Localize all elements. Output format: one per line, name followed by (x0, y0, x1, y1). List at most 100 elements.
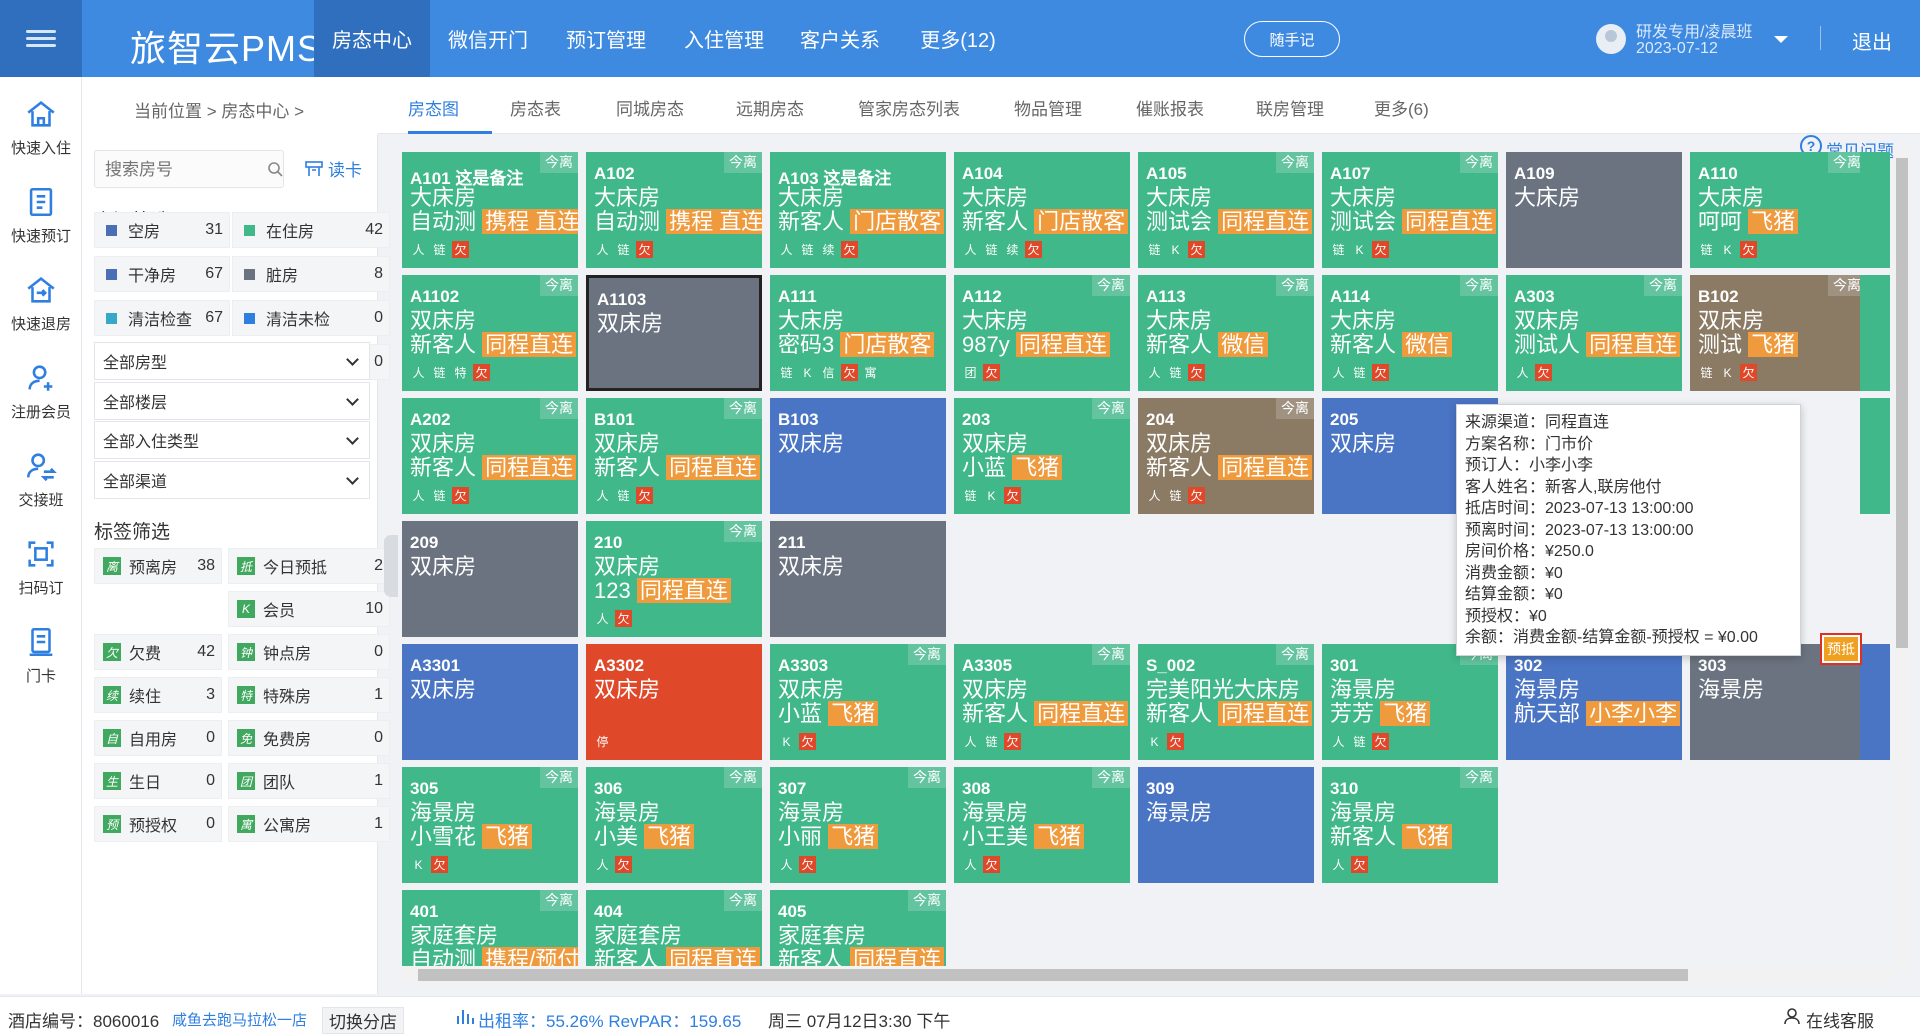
chevron-down-icon[interactable] (1774, 36, 1788, 43)
tag-filter-4[interactable]: 钟钟点房 0 (228, 634, 390, 670)
floor-select[interactable]: 全部楼层 (94, 382, 370, 420)
room-card[interactable]: A1102 双床房 新客人 同程直连 今离人链特欠 (402, 275, 578, 391)
room-card[interactable]: A3302 双床房停 (586, 644, 762, 760)
vertical-scrollbar[interactable] (1894, 152, 1910, 968)
room-card[interactable]: A101 这是备注 大床房 自动测 携程 直连 今离人链欠 (402, 152, 578, 268)
room-card[interactable]: 301海景房芳芳 飞猪今离人链欠 (1322, 644, 1498, 760)
room-type-select[interactable]: 全部房型 (94, 342, 370, 380)
room-card[interactable]: A1103 双床房 (586, 275, 762, 391)
menu-toggle-button[interactable] (0, 0, 82, 77)
room-card[interactable]: 211 双床房 (770, 521, 946, 637)
room-card[interactable]: 308 海景房 小王美 飞猪 今离人欠 (954, 767, 1130, 883)
room-card[interactable]: A102 大床房 自动测 携程 直连 今离人链欠 (586, 152, 762, 268)
tag-filter-3[interactable]: 欠欠费 42 (94, 634, 222, 670)
tag-filter-12[interactable]: 寓公寓房 1 (228, 806, 390, 842)
breadcrumb-current[interactable]: 房态中心 (221, 102, 289, 121)
room-card[interactable]: 306 海景房 小美 飞猪 今离人欠 (586, 767, 762, 883)
room-card[interactable]: A109 大床房 (1506, 152, 1682, 268)
tag-filter-9[interactable]: 生生日 0 (94, 763, 222, 799)
room-card[interactable]: 305 海景房 小雪花 飞猪 今离 K 欠 (402, 767, 578, 883)
hotel-name[interactable]: 咸鱼去跑马拉松一店 (172, 1009, 307, 1030)
search-icon[interactable] (267, 161, 283, 177)
online-service-link[interactable]: 在线客服 (1806, 1007, 1874, 1032)
tag-filter-10[interactable]: 团团队 1 (228, 763, 390, 799)
read-card-button[interactable]: 读卡 (304, 156, 362, 181)
room-card[interactable]: A110 大床房 呵呵 飞猪 今离链 K 欠 (1690, 152, 1866, 268)
room-card-button[interactable]: 门卡 (0, 625, 82, 705)
room-card[interactable]: 204 双床房 新客人 同程直连 今离人链欠 (1138, 398, 1314, 514)
quick-checkin-button[interactable]: 快速入住 (0, 97, 82, 177)
room-filter-1[interactable]: 在住房 42 (232, 212, 390, 248)
room-card[interactable]: B101 双床房 新客人 同程直连 今离人链欠 (586, 398, 762, 514)
room-card[interactable]: A114 大床房 新客人 微信 今离人链欠 (1322, 275, 1498, 391)
memo-button[interactable]: 随手记 (1244, 21, 1340, 57)
shift-handover-button[interactable]: 交接班 (0, 449, 82, 529)
tab-room-table[interactable]: 房态表 (510, 95, 561, 120)
channel-select[interactable]: 全部渠道 (94, 461, 370, 499)
tag-filter-2[interactable]: K 会员 10 (228, 591, 390, 627)
tag-filter-0[interactable]: 离预离房 38 (94, 548, 222, 584)
tag-filter-1[interactable]: 抵今日预抵 2 (228, 548, 390, 584)
room-card[interactable]: A202 双床房 新客人 同程直连 今离人链欠 (402, 398, 578, 514)
room-card[interactable]: 209 双床房 (402, 521, 578, 637)
tag-filter-6[interactable]: 特特殊房 1 (228, 677, 390, 713)
room-card[interactable]: A3301 双床房 (402, 644, 578, 760)
room-card[interactable]: A113 大床房 新客人 微信 今离人链欠 (1138, 275, 1314, 391)
tab-items[interactable]: 物品管理 (1014, 95, 1082, 120)
room-card[interactable]: A3303 双床房 小蓝 飞猪 今离 K 欠 (770, 644, 946, 760)
nav-room-status[interactable]: 房态中心 (314, 0, 430, 77)
room-card-partial[interactable] (1860, 275, 1890, 391)
room-filter-0[interactable]: 空房 31 (94, 212, 230, 248)
pre-arrival-badge[interactable]: 预抵 (1820, 633, 1862, 665)
room-card[interactable]: S_002 完美阳光大床房 新客人 同程直连 今离 K 欠 (1138, 644, 1314, 760)
horizontal-scrollbar[interactable] (402, 966, 1892, 984)
quick-checkout-button[interactable]: 快速退房 (0, 273, 82, 353)
tab-room-map[interactable]: 房态图 (408, 95, 459, 120)
tab-linked-rooms[interactable]: 联房管理 (1256, 95, 1324, 120)
room-card-partial[interactable] (1860, 152, 1890, 268)
room-card[interactable]: 210 双床房 123 同程直连 今离人欠 (586, 521, 762, 637)
tab-housekeeping-list[interactable]: 管家房态列表 (858, 95, 960, 120)
tab-city-rooms[interactable]: 同城房态 (616, 95, 684, 120)
room-card[interactable]: A112 大床房 987y 同程直连 今离团欠 (954, 275, 1130, 391)
room-card[interactable]: 307 海景房 小丽 飞猪 今离人欠 (770, 767, 946, 883)
vertical-scroll-thumb[interactable] (1896, 158, 1908, 648)
tag-filter-11[interactable]: 预预授权 0 (94, 806, 222, 842)
logout-button[interactable]: 退出 (1852, 26, 1892, 55)
room-card[interactable]: A104 大床房 新客人 门店散客人链续欠 (954, 152, 1130, 268)
room-card[interactable]: A103 这是备注 大床房 新客人 门店散客人链续欠 (770, 152, 946, 268)
panel-collapse-handle[interactable] (384, 535, 398, 597)
checkin-type-select[interactable]: 全部入住类型 (94, 421, 370, 459)
tag-filter-7[interactable]: 自自用房 0 (94, 720, 222, 756)
room-card[interactable]: B103 双床房 (770, 398, 946, 514)
tab-collection-report[interactable]: 催账报表 (1136, 95, 1204, 120)
room-card[interactable]: 404 家庭套房 新客人 同程直连 今离 (586, 890, 762, 966)
room-filter-2[interactable]: 干净房 67 (94, 256, 230, 292)
room-card-partial[interactable] (1860, 644, 1890, 760)
room-filter-4[interactable]: 清洁检查 67 (94, 300, 230, 336)
room-search-input[interactable] (105, 160, 245, 180)
room-card[interactable]: A3305 双床房 新客人 同程直连 今离人链欠 (954, 644, 1130, 760)
avatar[interactable] (1596, 24, 1626, 54)
room-card[interactable]: 310 海景房 新客人 飞猪 今离人欠 (1322, 767, 1498, 883)
room-search-box[interactable] (94, 150, 284, 188)
scan-booking-button[interactable]: 扫码订 (0, 537, 82, 617)
room-filter-3[interactable]: 脏房 8 (232, 256, 390, 292)
room-card[interactable]: 309 海景房 (1138, 767, 1314, 883)
tab-future-rooms[interactable]: 远期房态 (736, 95, 804, 120)
horizontal-scroll-thumb[interactable] (418, 969, 1688, 981)
room-filter-5[interactable]: 清洁未检 0 (232, 300, 390, 336)
room-card[interactable]: 203 双床房 小蓝 飞猪 今离链 K 欠 (954, 398, 1130, 514)
tag-filter-8[interactable]: 免免费房 0 (228, 720, 390, 756)
nav-booking[interactable]: 预订管理 (546, 0, 666, 77)
room-card[interactable]: 302 海景房 航天部 小李小李 (1506, 644, 1682, 760)
room-card-partial[interactable] (1860, 398, 1890, 514)
nav-more[interactable]: 更多(12) (898, 0, 1018, 77)
user-name[interactable]: 研发专用/凌晨班 (1636, 18, 1752, 42)
nav-wechat-door[interactable]: 微信开门 (430, 0, 546, 77)
room-card[interactable]: A111 大床房 密码3 门店散客链 K 信欠寓 (770, 275, 946, 391)
nav-checkin[interactable]: 入住管理 (666, 0, 782, 77)
room-card[interactable]: B102 双床房 测试 飞猪 今离链 K 欠 (1690, 275, 1866, 391)
room-card[interactable]: A303 双床房 测试人 同程直连 今离人欠 (1506, 275, 1682, 391)
room-card[interactable]: 405 家庭套房 新客人 同程直连 今离 (770, 890, 946, 966)
